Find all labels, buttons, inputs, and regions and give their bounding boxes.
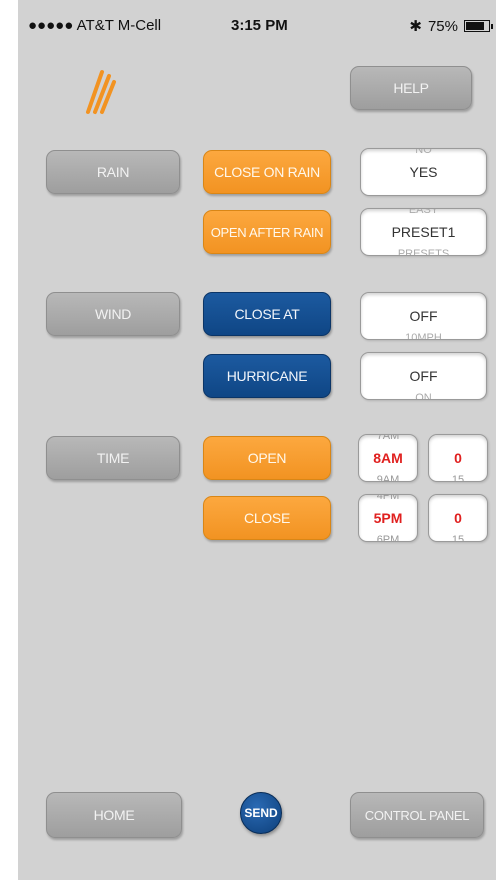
carrier-label: ●●●●● AT&T M-Cell xyxy=(28,17,162,34)
picker-value: 0 xyxy=(454,510,462,526)
picker-next-value: PRESETS xyxy=(397,248,450,256)
picker-prev-value: 4PM xyxy=(376,494,400,502)
hurricane-picker[interactable]: OFF ON xyxy=(360,352,487,400)
open-hour-picker[interactable]: 7AM 8AM 9AM xyxy=(358,434,418,482)
close-minute-picker[interactable]: 0 15 xyxy=(428,494,488,542)
picker-prev-value: EASY xyxy=(408,208,439,216)
picker-next-value: 15 xyxy=(451,534,465,542)
battery-icon xyxy=(464,20,493,32)
picker-value: OFF xyxy=(409,368,438,384)
picker-value: 0 xyxy=(454,450,462,466)
close-at-wind-picker[interactable]: OFF 10MPH xyxy=(360,292,487,340)
close-on-rain-button[interactable]: CLOSE ON RAIN xyxy=(203,150,331,194)
close-on-rain-picker[interactable]: NO YES xyxy=(360,148,487,196)
open-time-button[interactable]: OPEN xyxy=(203,436,331,480)
rain-button[interactable]: RAIN xyxy=(46,150,180,194)
close-hour-picker[interactable]: 4PM 5PM 6PM xyxy=(358,494,418,542)
picker-next-value: 6PM xyxy=(376,534,400,542)
picker-next-value: ON xyxy=(415,392,432,400)
open-after-rain-picker[interactable]: EASY PRESET1 PRESETS xyxy=(360,208,487,256)
status-bar: ●●●●● AT&T M-Cell 3:15 PM ✱ 75% xyxy=(18,0,496,40)
picker-value: 8AM xyxy=(373,450,403,466)
status-time: 3:15 PM xyxy=(231,17,288,34)
wind-button[interactable]: WIND xyxy=(46,292,180,336)
picker-next-value: 10MPH xyxy=(405,332,442,340)
open-minute-picker[interactable]: 0 15 xyxy=(428,434,488,482)
picker-next-value: 15 xyxy=(451,474,465,482)
bluetooth-icon: ✱ xyxy=(409,18,422,35)
status-right: ✱ 75% xyxy=(409,17,493,35)
picker-value: PRESET1 xyxy=(391,224,456,240)
close-at-button[interactable]: CLOSE AT xyxy=(203,292,331,336)
app-screen: ●●●●● AT&T M-Cell 3:15 PM ✱ 75% HELP RAI… xyxy=(18,0,496,880)
picker-next-value: 9AM xyxy=(376,474,400,482)
control-panel-button[interactable]: CONTROL PANEL xyxy=(350,792,484,838)
time-button[interactable]: TIME xyxy=(46,436,180,480)
send-button[interactable]: SEND xyxy=(240,792,282,834)
picker-value: YES xyxy=(409,164,438,180)
brand-logo-icon xyxy=(86,70,116,114)
picker-prev-value: NO xyxy=(415,148,432,156)
picker-value: OFF xyxy=(409,308,438,324)
battery-percent: 75% xyxy=(427,17,458,35)
close-time-button[interactable]: CLOSE xyxy=(203,496,331,540)
help-button[interactable]: HELP xyxy=(350,66,472,110)
picker-value: 5PM xyxy=(373,510,403,526)
home-button[interactable]: HOME xyxy=(46,792,182,838)
open-after-rain-button[interactable]: OPEN AFTER RAIN xyxy=(203,210,331,254)
picker-prev-value: 7AM xyxy=(376,434,400,442)
hurricane-button[interactable]: HURRICANE xyxy=(203,354,331,398)
